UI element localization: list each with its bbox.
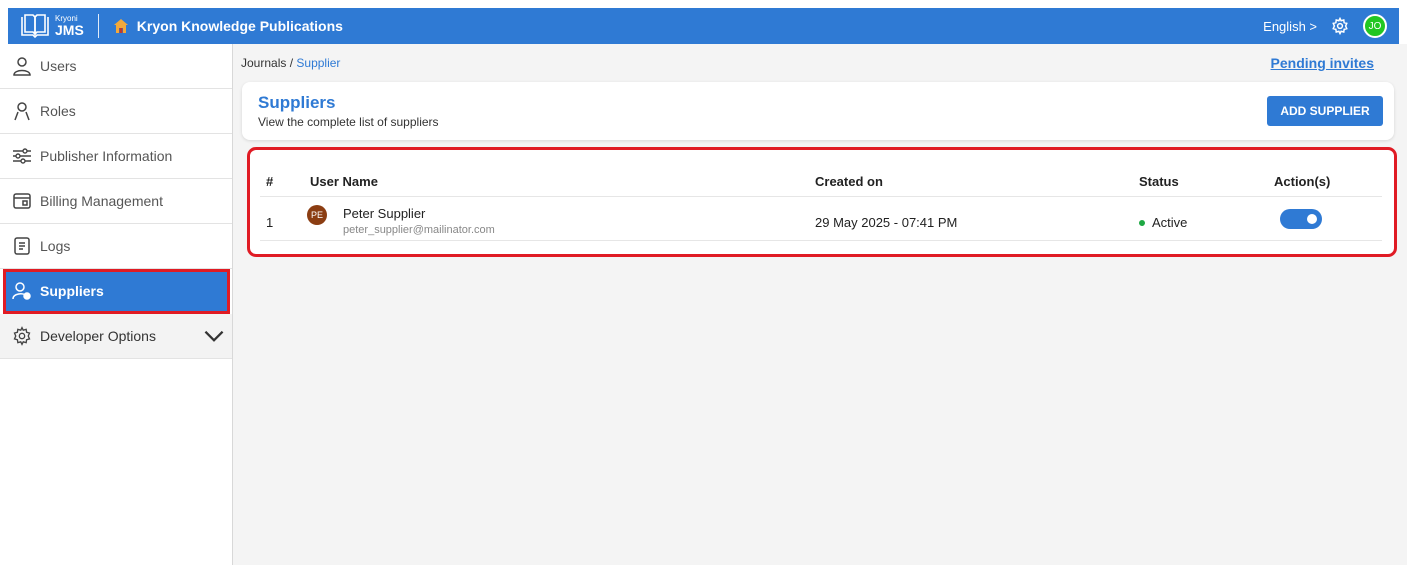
breadcrumb: Journals / Supplier <box>241 56 340 70</box>
sidebar-item-label: Billing Management <box>40 193 163 209</box>
breadcrumb-journals[interactable]: Journals <box>241 56 286 70</box>
chevron-down-icon[interactable] <box>204 326 224 346</box>
top-bar: Kryoni JMS Kryon Knowledge Publications … <box>8 8 1399 44</box>
column-header-created-on[interactable]: Created on <box>815 174 883 189</box>
sidebar-item-users[interactable]: Users <box>0 44 232 89</box>
status-badge: Active <box>1139 215 1187 230</box>
sidebar-item-label: Logs <box>40 238 71 254</box>
sidebar-item-suppliers[interactable]: Suppliers <box>3 269 230 314</box>
row-divider-line <box>260 240 1382 241</box>
sidebar-item-label: Roles <box>40 103 76 119</box>
home-icon <box>113 19 128 33</box>
logo-big-text: JMS <box>55 22 84 38</box>
sidebar: Users Roles Publisher Information Billin… <box>0 44 233 565</box>
suppliers-table: # User Name Created on Status Action(s) … <box>247 147 1397 257</box>
pending-invites-link[interactable]: Pending invites <box>1271 55 1374 71</box>
language-selector[interactable]: English > <box>1263 19 1317 34</box>
sidebar-item-label: Developer Options <box>40 328 156 344</box>
supplier-icon <box>12 282 31 300</box>
active-toggle[interactable] <box>1280 209 1322 229</box>
avatar: PE <box>307 205 327 225</box>
column-header-actions: Action(s) <box>1274 174 1331 189</box>
sidebar-item-roles[interactable]: Roles <box>0 89 232 134</box>
sidebar-item-logs[interactable]: Logs <box>0 224 232 269</box>
book-logo-icon <box>21 14 49 39</box>
page-title: Suppliers <box>258 93 336 112</box>
sliders-icon <box>13 148 31 164</box>
header-divider <box>97 14 99 38</box>
logs-icon <box>14 237 30 255</box>
header-divider-line <box>260 196 1382 197</box>
status-text: Active <box>1152 215 1188 230</box>
sidebar-item-label: Users <box>40 58 77 74</box>
column-header-user-name[interactable]: User Name <box>310 174 378 189</box>
org-name[interactable]: Kryon Knowledge Publications <box>137 18 343 34</box>
row-index: 1 <box>266 215 274 230</box>
suppliers-header-card: Suppliers View the complete list of supp… <box>242 82 1394 140</box>
main-content: Journals / Supplier Pending invites Supp… <box>233 44 1407 565</box>
app-logo[interactable]: Kryoni JMS <box>18 13 84 39</box>
created-on-value: 29 May 2025 - 07:41 PM <box>815 215 958 230</box>
sidebar-item-publisher-information[interactable]: Publisher Information <box>0 134 232 179</box>
settings-gear-icon[interactable] <box>1331 17 1349 35</box>
supplier-email: peter_supplier@mailinator.com <box>343 224 495 236</box>
breadcrumb-separator: / <box>289 56 294 70</box>
sidebar-item-billing-management[interactable]: Billing Management <box>0 179 232 224</box>
user-avatar[interactable]: JO <box>1363 14 1387 38</box>
gear-icon <box>13 326 31 346</box>
sidebar-item-developer-options[interactable]: Developer Options <box>0 314 232 359</box>
page-subtitle: View the complete list of suppliers <box>258 115 439 129</box>
billing-icon <box>13 193 31 209</box>
user-icon <box>13 57 31 76</box>
sidebar-item-label: Publisher Information <box>40 148 173 164</box>
breadcrumb-current: Supplier <box>296 56 341 70</box>
column-header-index: # <box>266 174 274 189</box>
supplier-name: Peter Supplier <box>343 206 426 221</box>
add-supplier-button[interactable]: ADD SUPPLIER <box>1267 96 1383 126</box>
status-dot-icon <box>1139 219 1145 226</box>
sidebar-item-label: Suppliers <box>40 283 104 299</box>
roles-icon <box>14 102 30 121</box>
column-header-status[interactable]: Status <box>1139 174 1179 189</box>
toggle-knob <box>1307 214 1317 224</box>
